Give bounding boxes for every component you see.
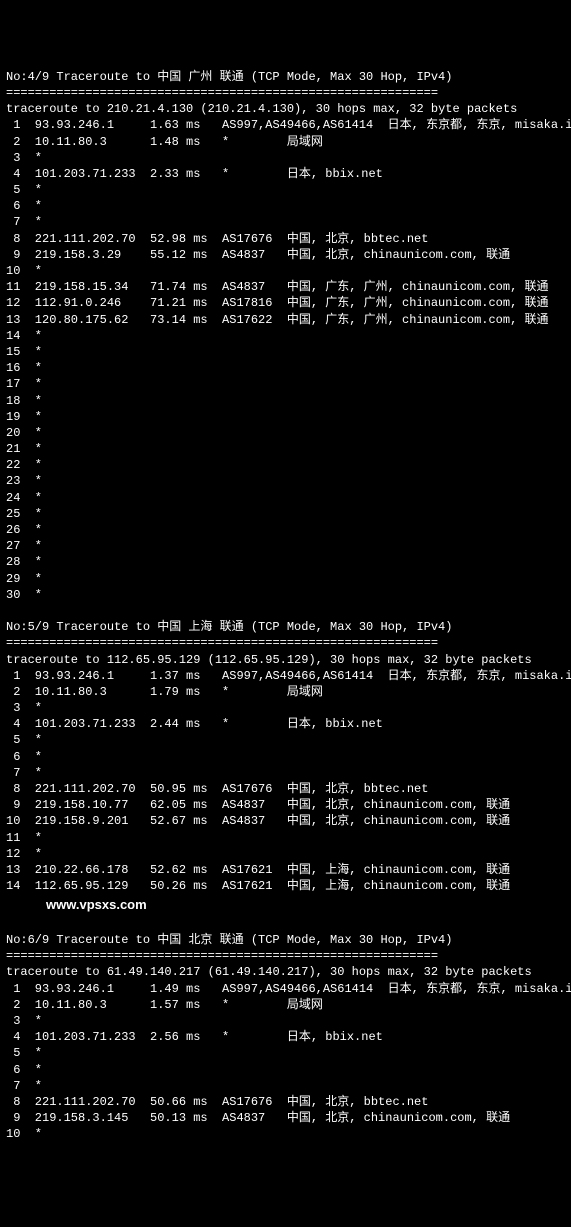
- hop-row: 25 *: [6, 506, 565, 522]
- hop-row: 3 *: [6, 700, 565, 716]
- hop-row: 22 *: [6, 457, 565, 473]
- hop-row: 23 *: [6, 473, 565, 489]
- hop-row: 17 *: [6, 376, 565, 392]
- hop-row: 7 *: [6, 214, 565, 230]
- hop-row: 19 *: [6, 409, 565, 425]
- hop-row: 1 93.93.246.1 1.63 ms AS997,AS49466,AS61…: [6, 117, 565, 133]
- hop-row: 15 *: [6, 344, 565, 360]
- hop-row: 8 221.111.202.70 52.98 ms AS17676 中国, 北京…: [6, 231, 565, 247]
- hop-row: 13 210.22.66.178 52.62 ms AS17621 中国, 上海…: [6, 862, 565, 878]
- hop-row: 6 *: [6, 1062, 565, 1078]
- hop-row: 4 101.203.71.233 2.44 ms * 日本, bbix.net: [6, 716, 565, 732]
- hop-row: 3 *: [6, 150, 565, 166]
- hop-row: 2 10.11.80.3 1.48 ms * 局域网: [6, 134, 565, 150]
- hop-row: 9 219.158.3.145 50.13 ms AS4837 中国, 北京, …: [6, 1110, 565, 1126]
- divider: ========================================…: [6, 948, 565, 964]
- hop-row: 8 221.111.202.70 50.66 ms AS17676 中国, 北京…: [6, 1094, 565, 1110]
- hop-row: 20 *: [6, 425, 565, 441]
- hop-row: 5 *: [6, 732, 565, 748]
- hop-row: 7 *: [6, 765, 565, 781]
- hop-row: 29 *: [6, 571, 565, 587]
- hop-row: 10 *: [6, 263, 565, 279]
- hop-row: 11 *: [6, 830, 565, 846]
- hop-row: 2 10.11.80.3 1.57 ms * 局域网: [6, 997, 565, 1013]
- blank-line: [6, 916, 565, 932]
- hop-row: 6 *: [6, 749, 565, 765]
- trace-header: traceroute to 61.49.140.217 (61.49.140.2…: [6, 964, 565, 980]
- hop-row: 13 120.80.175.62 73.14 ms AS17622 中国, 广东…: [6, 312, 565, 328]
- hop-row: 1 93.93.246.1 1.37 ms AS997,AS49466,AS61…: [6, 668, 565, 684]
- hop-row: 21 *: [6, 441, 565, 457]
- hop-row: 5 *: [6, 1045, 565, 1061]
- hop-row: 14 112.65.95.129 50.26 ms AS17621 中国, 上海…: [6, 878, 565, 894]
- hop-row: 8 221.111.202.70 50.95 ms AS17676 中国, 北京…: [6, 781, 565, 797]
- divider: ========================================…: [6, 635, 565, 651]
- hop-row: 5 *: [6, 182, 565, 198]
- section-title: No:5/9 Traceroute to 中国 上海 联通 (TCP Mode,…: [6, 619, 565, 635]
- section-title: No:4/9 Traceroute to 中国 广州 联通 (TCP Mode,…: [6, 69, 565, 85]
- hop-row: 12 *: [6, 846, 565, 862]
- terminal-output: No:4/9 Traceroute to 中国 广州 联通 (TCP Mode,…: [6, 69, 565, 1143]
- hop-row: 9 219.158.10.77 62.05 ms AS4837 中国, 北京, …: [6, 797, 565, 813]
- hop-row: 12 112.91.0.246 71.21 ms AS17816 中国, 广东,…: [6, 295, 565, 311]
- hop-row: 26 *: [6, 522, 565, 538]
- hop-row: 24 *: [6, 490, 565, 506]
- section-title: No:6/9 Traceroute to 中国 北京 联通 (TCP Mode,…: [6, 932, 565, 948]
- hop-row: 10 *: [6, 1126, 565, 1142]
- hop-row: 2 10.11.80.3 1.79 ms * 局域网: [6, 684, 565, 700]
- hop-row: 9 219.158.3.29 55.12 ms AS4837 中国, 北京, c…: [6, 247, 565, 263]
- trace-header: traceroute to 210.21.4.130 (210.21.4.130…: [6, 101, 565, 117]
- hop-row: 4 101.203.71.233 2.33 ms * 日本, bbix.net: [6, 166, 565, 182]
- hop-row: 11 219.158.15.34 71.74 ms AS4837 中国, 广东,…: [6, 279, 565, 295]
- hop-row: 1 93.93.246.1 1.49 ms AS997,AS49466,AS61…: [6, 981, 565, 997]
- hop-row: 14 *: [6, 328, 565, 344]
- hop-row: 7 *: [6, 1078, 565, 1094]
- hop-row: 4 101.203.71.233 2.56 ms * 日本, bbix.net: [6, 1029, 565, 1045]
- divider: ========================================…: [6, 85, 565, 101]
- hop-row: 30 *: [6, 587, 565, 603]
- hop-row: 6 *: [6, 198, 565, 214]
- hop-row: 3 *: [6, 1013, 565, 1029]
- blank-line: [6, 603, 565, 619]
- hop-row: 27 *: [6, 538, 565, 554]
- hop-row: 28 *: [6, 554, 565, 570]
- trace-header: traceroute to 112.65.95.129 (112.65.95.1…: [6, 652, 565, 668]
- hop-row: 10 219.158.9.201 52.67 ms AS4837 中国, 北京,…: [6, 813, 565, 829]
- watermark: www.vpsxs.com: [6, 894, 565, 916]
- hop-row: 16 *: [6, 360, 565, 376]
- hop-row: 18 *: [6, 393, 565, 409]
